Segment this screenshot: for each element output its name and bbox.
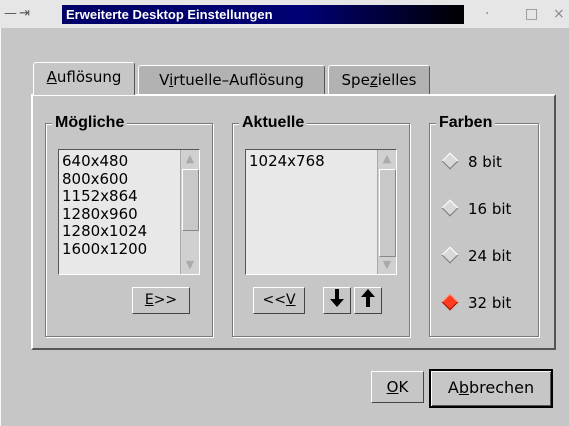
maximize-icon[interactable]: □ xyxy=(525,6,538,22)
moegliche-items: 640x480 800x600 1152x864 1280x960 1280x1… xyxy=(62,152,147,259)
window-menu-icon[interactable]: — ⇥ xyxy=(4,6,60,22)
moegliche-list[interactable]: 640x480 800x600 1152x864 1280x960 1280x1… xyxy=(58,149,200,275)
minimize-icon[interactable]: · xyxy=(485,6,489,22)
radio-checked-icon xyxy=(441,293,459,310)
list-item[interactable]: 800x600 xyxy=(62,170,147,189)
scroll-down-icon[interactable]: ▼ xyxy=(182,257,198,273)
tab-panel: Mögliche 640x480 800x600 1152x864 1280x9… xyxy=(31,94,556,350)
remove-resolution-button[interactable]: <<V xyxy=(253,287,305,314)
close-icon[interactable]: × xyxy=(553,6,565,22)
list-item[interactable]: 1600x1200 xyxy=(62,240,147,259)
radio-label: 8 bit xyxy=(468,153,502,171)
aktuelle-title: Aktuelle xyxy=(239,113,308,133)
tab-accel: A xyxy=(46,68,57,86)
button-accel: E xyxy=(144,292,154,308)
aktuelle-group: Aktuelle 1024x768 ▲ ▼ <<V xyxy=(232,113,410,337)
tab-spezielles[interactable]: Spezielles xyxy=(328,65,430,95)
tab-label-pre: Spe xyxy=(341,71,370,89)
button-label: brechen xyxy=(468,378,535,397)
moegliche-title: Mögliche xyxy=(52,113,128,133)
tab-label-post: rtuelle–Auflösung xyxy=(173,71,304,89)
radio-32bit[interactable]: 32 bit xyxy=(441,293,512,313)
radio-label: 16 bit xyxy=(468,200,512,218)
aktuelle-items: 1024x768 xyxy=(249,152,325,171)
scroll-up-icon[interactable]: ▲ xyxy=(379,151,395,167)
arrow-down-icon xyxy=(329,289,345,313)
radio-8bit[interactable]: 8 bit xyxy=(441,152,502,172)
move-down-button[interactable] xyxy=(323,287,351,314)
radio-24bit[interactable]: 24 bit xyxy=(441,246,512,266)
title-bar[interactable]: — ⇥ Erweiterte Desktop Einstellungen · □… xyxy=(0,0,569,28)
radio-icon xyxy=(441,152,459,169)
button-accel: V xyxy=(285,292,296,308)
tab-label-pre: V xyxy=(159,71,170,89)
aktuelle-scrollbar[interactable]: ▲ ▼ xyxy=(377,150,396,274)
list-item[interactable]: 640x480 xyxy=(62,152,147,171)
window-title: Erweiterte Desktop Einstellungen xyxy=(62,5,464,24)
list-item[interactable]: 1280x960 xyxy=(62,205,147,224)
arrow-up-icon xyxy=(360,289,376,312)
ok-button[interactable]: OK xyxy=(371,371,424,403)
aktuelle-list[interactable]: 1024x768 ▲ ▼ xyxy=(245,149,397,275)
radio-16bit[interactable]: 16 bit xyxy=(441,199,512,219)
move-up-button[interactable] xyxy=(354,287,382,314)
button-accel: O xyxy=(386,378,399,396)
tab-label-post: uflösung xyxy=(56,68,122,86)
button-accel: b xyxy=(458,378,469,397)
moegliche-group: Mögliche 640x480 800x600 1152x864 1280x9… xyxy=(45,113,213,337)
moegliche-scrollbar[interactable]: ▲ ▼ xyxy=(180,150,199,274)
list-item[interactable]: 1280x1024 xyxy=(62,222,147,241)
button-label: >> xyxy=(153,292,178,308)
add-resolution-button[interactable]: E>> xyxy=(132,287,190,314)
scroll-down-icon[interactable]: ▼ xyxy=(379,257,395,273)
tab-accel: z xyxy=(369,71,378,89)
radio-icon xyxy=(441,246,459,263)
radio-label: 24 bit xyxy=(468,247,512,265)
radio-icon xyxy=(441,199,459,216)
list-item[interactable]: 1152x864 xyxy=(62,187,147,206)
farben-title: Farben xyxy=(436,113,496,133)
list-item[interactable]: 1024x768 xyxy=(249,152,325,171)
scroll-up-icon[interactable]: ▲ xyxy=(182,151,198,167)
cancel-button[interactable]: Abbrechen xyxy=(429,369,553,408)
button-label: A xyxy=(447,378,459,397)
farben-group: Farben 8 bit 16 bit 24 bit 32 bit xyxy=(429,113,539,337)
tab-label-post: ielles xyxy=(377,71,417,89)
tab-virtuelle-aufloesung[interactable]: Virtuelle–Auflösung xyxy=(138,65,325,95)
radio-label: 32 bit xyxy=(468,294,512,312)
scroll-thumb[interactable] xyxy=(182,169,199,231)
tab-aufloesung[interactable]: Auflösung xyxy=(33,62,135,95)
button-label: K xyxy=(398,378,409,396)
scroll-thumb[interactable] xyxy=(379,169,396,257)
button-label: << xyxy=(262,292,286,308)
